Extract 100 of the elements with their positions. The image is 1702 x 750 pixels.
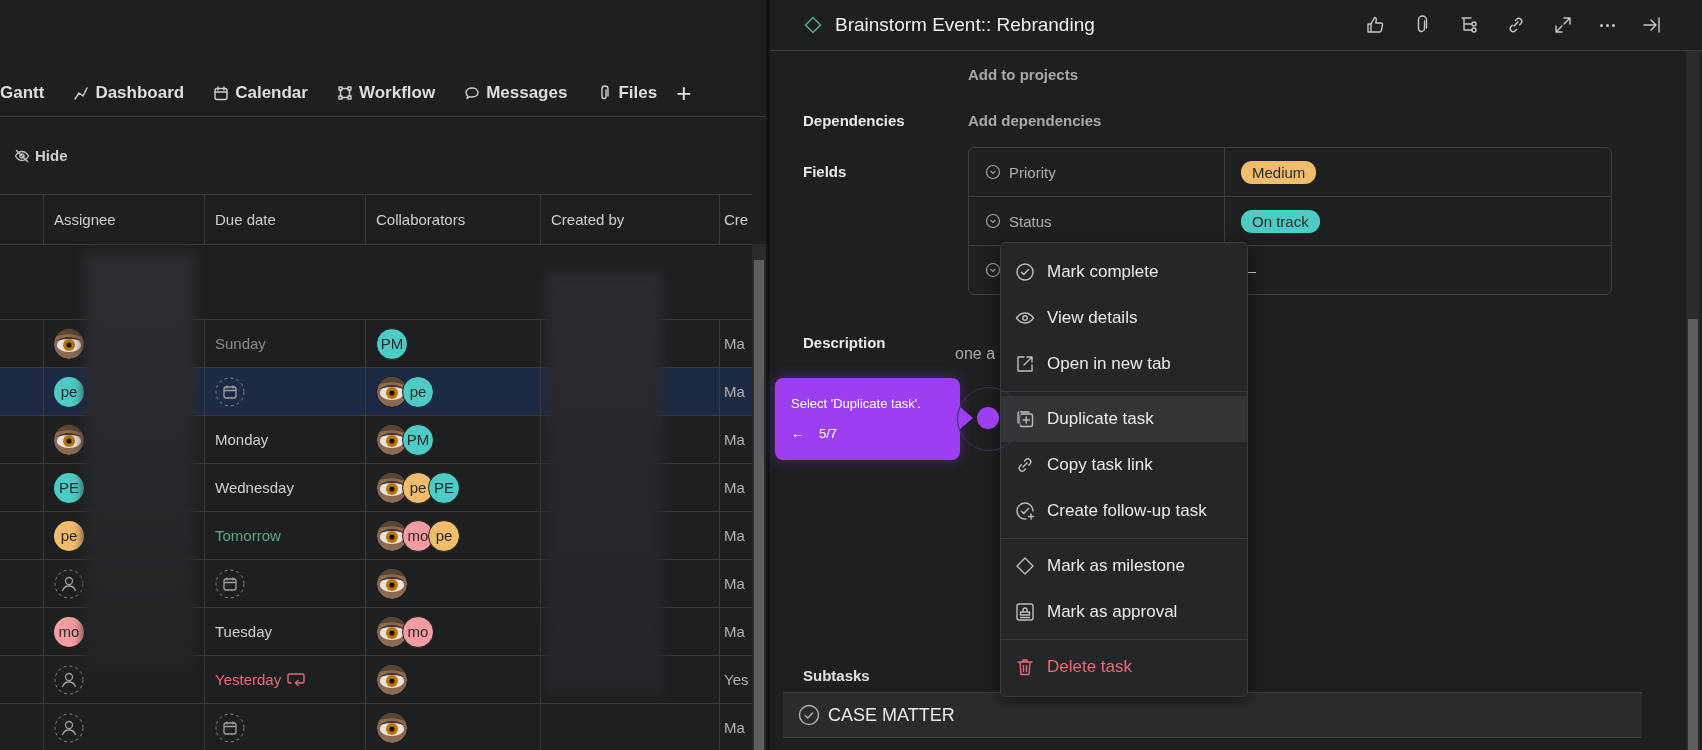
avatar[interactable]: pe — [54, 520, 84, 551]
table-cell: Ma — [724, 335, 745, 352]
person-icon — [54, 568, 84, 599]
calendar-icon — [213, 85, 230, 101]
stamp-icon — [1015, 602, 1035, 622]
person-icon — [54, 664, 84, 695]
back-button[interactable]: ← — [791, 425, 805, 441]
hotspot-dot — [977, 407, 999, 429]
view-tab[interactable]: Messages — [464, 83, 568, 103]
table-cell: Ma — [724, 383, 745, 400]
add-tab-button[interactable]: + — [676, 81, 692, 105]
calendar-icon — [215, 568, 245, 599]
hide-button[interactable]: Hide — [14, 147, 68, 164]
menu-item[interactable]: Copy task link — [1001, 442, 1247, 488]
duplicate-icon — [1015, 409, 1035, 429]
menu-item[interactable]: Delete task — [1001, 644, 1247, 690]
column-header[interactable]: Cre — [720, 195, 752, 244]
field-label: Dependencies — [802, 111, 906, 129]
diamond-icon — [1015, 556, 1035, 576]
scrollbar[interactable] — [752, 244, 766, 750]
guide-text: Select 'Duplicate task'. — [791, 396, 922, 411]
column-header[interactable]: Created by — [541, 195, 720, 244]
workflow-icon — [336, 85, 353, 101]
table-cell: Yes — [724, 671, 749, 688]
table-cell: Ma — [724, 479, 745, 496]
check-plus-circle-icon — [1015, 501, 1035, 521]
calendar-icon — [215, 376, 245, 407]
dropdown-circle-icon — [985, 164, 1001, 180]
column-header[interactable]: Collaborators — [366, 195, 541, 244]
task-title: Brainstorm Event:: Rebranding — [835, 14, 1096, 36]
due-date: Sunday — [215, 335, 266, 352]
subtasks-icon — [1459, 15, 1479, 35]
due-date: Tuesday — [215, 623, 272, 640]
thumbs-up-button[interactable] — [1365, 15, 1385, 35]
subtask-title: CASE MATTER — [828, 704, 955, 726]
due-date: Monday — [215, 431, 269, 448]
table-cell: Ma — [724, 527, 745, 544]
avatar[interactable]: PM — [376, 327, 408, 360]
table-cell: Ma — [724, 623, 745, 640]
check-circle-icon — [1015, 262, 1035, 282]
menu-item[interactable]: View details — [1001, 295, 1247, 341]
view-tab[interactable]: Gantt — [0, 83, 45, 103]
close-panel-icon — [1642, 15, 1662, 35]
avatar[interactable]: PE — [428, 471, 460, 504]
step-counter: 5/7 — [819, 425, 838, 441]
view-tab[interactable]: Calendar — [213, 83, 308, 103]
due-date: Tomorrow — [215, 527, 281, 544]
more-button[interactable] — [1600, 23, 1615, 27]
avatar[interactable]: PM — [402, 423, 434, 456]
external-link-icon — [1015, 354, 1035, 374]
column-header[interactable]: Assignee — [44, 195, 205, 244]
table-row[interactable]: Ma — [0, 704, 752, 750]
calendar-icon — [215, 712, 245, 743]
link-button[interactable] — [1506, 15, 1526, 35]
view-tab[interactable]: Workflow — [336, 83, 436, 103]
subtasks-button[interactable] — [1459, 15, 1479, 35]
field-name: Status — [1009, 212, 1052, 230]
speech-bubble-icon — [464, 85, 481, 101]
menu-item[interactable]: Open in new tab — [1001, 341, 1247, 387]
avatar[interactable]: mo — [54, 616, 84, 647]
avatar[interactable]: PE — [54, 472, 84, 503]
more-icon — [1600, 23, 1615, 27]
add-dependencies-link[interactable]: Add dependencies — [968, 111, 1102, 129]
view-tab[interactable]: Files — [596, 83, 658, 103]
line-chart-icon — [73, 85, 90, 101]
link-icon — [1015, 455, 1035, 475]
table-cell: Ma — [724, 431, 745, 448]
avatar[interactable]: pe — [54, 376, 84, 407]
field-name: Priority — [1009, 163, 1056, 181]
due-date: Yesterday — [215, 671, 282, 688]
trash-icon — [1015, 657, 1035, 677]
dropdown-circle-icon — [985, 213, 1001, 229]
menu-item[interactable]: Mark complete — [1001, 249, 1247, 295]
avatar[interactable]: pe — [428, 519, 460, 552]
table-cell: Ma — [724, 719, 745, 736]
subtask-row[interactable]: CASE MATTER — [783, 692, 1642, 738]
close-panel-button[interactable] — [1642, 15, 1662, 35]
expand-button[interactable] — [1553, 15, 1573, 35]
dropdown-circle-icon — [985, 262, 1001, 278]
description-text[interactable]: one a — [955, 345, 996, 363]
field-label: Description — [802, 333, 887, 351]
menu-item[interactable]: Duplicate task — [1001, 396, 1247, 442]
view-tab[interactable]: Dashboard — [73, 83, 185, 103]
menu-item[interactable]: Mark as milestone — [1001, 543, 1247, 589]
eye-slash-icon — [14, 147, 30, 164]
scrollbar[interactable] — [1686, 51, 1700, 750]
column-header[interactable]: Due date — [205, 195, 366, 244]
menu-item[interactable]: Mark as approval — [1001, 589, 1247, 635]
link-icon — [1506, 15, 1526, 35]
due-date: Wednesday — [215, 479, 294, 496]
field-value-tag[interactable]: On track — [1241, 209, 1320, 233]
expand-icon — [1553, 15, 1573, 35]
menu-item[interactable]: Create follow-up task — [1001, 488, 1247, 534]
avatar[interactable]: pe — [402, 375, 434, 408]
table-cell: Ma — [724, 575, 745, 592]
thumbs-up-icon — [1365, 15, 1385, 35]
field-value-tag[interactable]: Medium — [1241, 160, 1317, 184]
person-icon — [54, 712, 84, 743]
avatar[interactable]: mo — [402, 615, 434, 648]
add-projects-link[interactable]: Add to projects — [968, 65, 1078, 83]
